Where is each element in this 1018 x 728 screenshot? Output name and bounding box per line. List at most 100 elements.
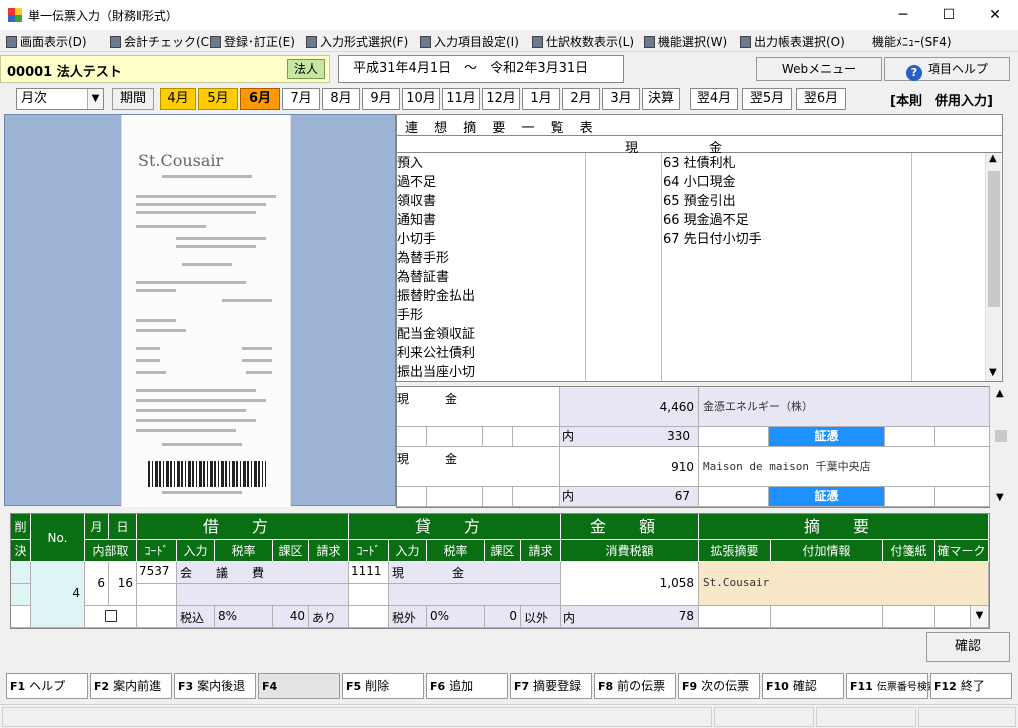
shouhyou-button-1[interactable]: 証憑 (769, 427, 885, 447)
scroll-down-icon[interactable]: ▼ (989, 367, 997, 378)
scroll-up-icon[interactable]: ▲ (989, 153, 997, 164)
maximize-button[interactable]: ☐ (926, 0, 972, 30)
fkey-f12[interactable]: F12 終了 (930, 673, 1012, 699)
ext-summary-cell[interactable] (699, 606, 771, 628)
period-button[interactable]: 期間 (112, 88, 154, 110)
fkey-f4[interactable]: F4 (258, 673, 340, 699)
renso-item[interactable]: 配当金領収証 (397, 325, 475, 344)
chevron-down-icon[interactable]: ▼ (87, 89, 103, 109)
month-button-0[interactable]: 4月 (160, 88, 196, 110)
debit-account-name[interactable]: 会 議 費 (177, 562, 349, 584)
renso-item[interactable]: 67 先日付小切手 (663, 230, 762, 249)
debit-seikyu[interactable]: あり (309, 606, 349, 628)
renso-item[interactable]: 利来公社債利 (397, 344, 475, 363)
entry-day[interactable]: 16 (109, 562, 137, 606)
debit-sub-account[interactable] (177, 584, 349, 606)
month-button-14[interactable]: 翌5月 (742, 88, 792, 110)
credit-code[interactable]: 1111 (349, 562, 389, 584)
fkey-f9[interactable]: F9 次の伝票 (678, 673, 760, 699)
renso-item[interactable]: 64 小口現金 (663, 173, 762, 192)
renso-item[interactable]: 65 預金引出 (663, 192, 762, 211)
menu-item-display[interactable]: 画面表示(D) (6, 33, 87, 50)
web-menu-button[interactable]: Webメニュー (756, 57, 882, 81)
renso-item[interactable]: 手形 (397, 306, 475, 325)
close-button[interactable]: ✕ (972, 0, 1018, 30)
month-button-6[interactable]: 10月 (402, 88, 440, 110)
renso-item[interactable]: 領収書 (397, 192, 475, 211)
menu-item-journal-count[interactable]: 仕訳枚数表示(L) (532, 33, 634, 50)
renso-item[interactable]: 通知書 (397, 211, 475, 230)
renso-item[interactable]: 振替貯金払出 (397, 287, 475, 306)
menu-item-output[interactable]: 出力帳表選択(O) (740, 33, 845, 50)
renso-item[interactable]: 為替証書 (397, 268, 475, 287)
menu-item-input-format[interactable]: 入力形式選択(F) (306, 33, 408, 50)
preview-scrollbar[interactable]: ▲ ▼ (992, 386, 1010, 508)
month-button-13[interactable]: 翌4月 (690, 88, 738, 110)
shouhyou-button-2[interactable]: 証憑 (769, 487, 885, 507)
renso-item[interactable]: 63 社債利札 (663, 154, 762, 173)
renso-item[interactable]: 為替手形 (397, 249, 475, 268)
fkey-f7[interactable]: F7 摘要登録 (510, 673, 592, 699)
month-button-11[interactable]: 3月 (602, 88, 640, 110)
month-button-15[interactable]: 翌6月 (796, 88, 846, 110)
receipt-image-panel[interactable]: St.Cousair (4, 114, 396, 507)
item-help-button[interactable]: ? 項目ヘルプ (884, 57, 1010, 81)
delete-cell[interactable] (11, 562, 31, 584)
tag-cell[interactable] (883, 606, 935, 628)
debit-tax-input[interactable]: 税込 (177, 606, 215, 628)
menu-item-register[interactable]: 登録･訂正(E) (210, 33, 295, 50)
renso-scrollbar[interactable]: ▲ ▼ (985, 153, 1001, 381)
month-button-3[interactable]: 7月 (282, 88, 320, 110)
minimize-button[interactable]: ─ (880, 0, 926, 30)
month-button-8[interactable]: 12月 (482, 88, 520, 110)
month-button-10[interactable]: 2月 (562, 88, 600, 110)
shouhyou-button[interactable]: 証憑(ALT+Z) (771, 606, 883, 628)
fkey-f11[interactable]: F11 伝票番号検索 (846, 673, 937, 699)
renso-item[interactable]: 小切手 (397, 230, 475, 249)
month-mode-select[interactable]: 月次 ▼ (16, 88, 104, 110)
menu-item-function[interactable]: 機能選択(W) (644, 33, 727, 50)
fkey-f10[interactable]: F10 確認 (762, 673, 844, 699)
fkey-f6[interactable]: F6 追加 (426, 673, 508, 699)
menu-item-input-setting[interactable]: 入力項目設定(I) (420, 33, 519, 50)
summary-input[interactable]: St.Cousair (699, 562, 989, 606)
confirm-button[interactable]: 確認 (926, 632, 1010, 662)
month-button-12[interactable]: 決算 (642, 88, 680, 110)
renso-item[interactable]: 過不足 (397, 173, 475, 192)
entry-month[interactable]: 6 (85, 562, 109, 606)
renso-item[interactable]: 振出当座小切 (397, 363, 475, 382)
credit-seikyu[interactable]: 以外 (521, 606, 561, 628)
renso-item[interactable]: 66 現金過不足 (663, 211, 762, 230)
debit-tax-rate[interactable]: 8% (215, 606, 273, 628)
menu-item-check[interactable]: 会計チェック(C) (110, 33, 214, 50)
fkey-f1[interactable]: F1 ヘルプ (6, 673, 88, 699)
menu-item-function-menu[interactable]: 機能ﾒﾆｭｰ(SF4) (872, 33, 952, 50)
scroll-down-icon[interactable]: ▼ (996, 492, 1004, 503)
month-button-1[interactable]: 5月 (198, 88, 238, 110)
entry-tax[interactable]: 内 78 (561, 606, 699, 628)
fkey-f5[interactable]: F5 削除 (342, 673, 424, 699)
scroll-thumb[interactable] (995, 430, 1007, 442)
fkey-f2[interactable]: F2 案内前進 (90, 673, 172, 699)
credit-tax-rate[interactable]: 0% (427, 606, 485, 628)
settlement-cell[interactable] (11, 606, 31, 628)
scroll-up-icon[interactable]: ▲ (996, 388, 1004, 399)
fkey-f8[interactable]: F8 前の伝票 (594, 673, 676, 699)
entry-amount[interactable]: 1,058 (561, 562, 699, 606)
internal-checkbox[interactable] (85, 606, 137, 628)
scroll-thumb[interactable] (988, 171, 1000, 307)
month-button-5[interactable]: 9月 (362, 88, 400, 110)
credit-tax-kubun[interactable]: 0 (485, 606, 521, 628)
month-button-9[interactable]: 1月 (522, 88, 560, 110)
credit-sub-account[interactable] (389, 584, 561, 606)
debit-tax-kubun[interactable]: 40 (273, 606, 309, 628)
month-button-2[interactable]: 6月 (240, 88, 280, 110)
credit-account-name[interactable]: 現 金 (389, 562, 561, 584)
debit-code[interactable]: 7537 (137, 562, 177, 584)
credit-tax-input[interactable]: 税外 (389, 606, 427, 628)
confirm-mark-cell[interactable] (935, 606, 971, 628)
month-button-7[interactable]: 11月 (442, 88, 480, 110)
chevron-down-icon[interactable]: ▼ (971, 606, 989, 628)
renso-item[interactable]: 預入 (397, 154, 475, 173)
fkey-f3[interactable]: F3 案内後退 (174, 673, 256, 699)
